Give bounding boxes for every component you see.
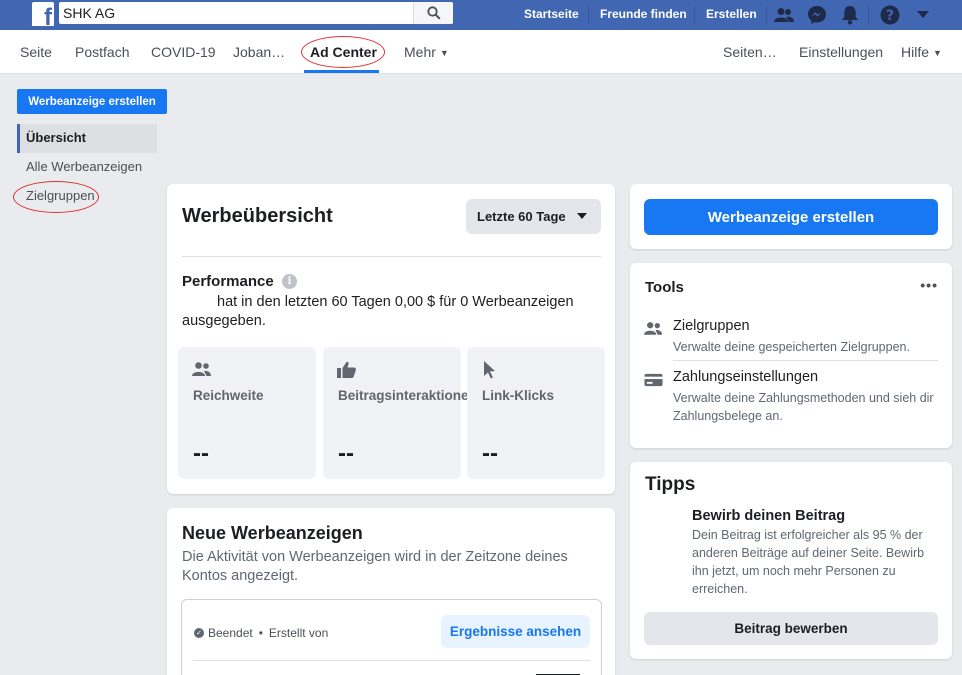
tab-hilfe-label: Hilfe — [901, 44, 930, 60]
help-icon[interactable]: ? — [879, 4, 901, 26]
overview-title: Werbeübersicht — [182, 205, 333, 227]
tips-card: Tipps Bewirb deinen Beitrag Dein Beitrag… — [630, 462, 952, 659]
status-label: Beendet — [208, 626, 253, 640]
tool-description: Verwalte deine Zahlungsmethoden und sieh… — [673, 391, 934, 423]
nav-link-freunde-finden[interactable]: Freunde finden — [600, 7, 687, 21]
date-range-label: Letzte 60 Tage — [477, 209, 566, 224]
tab-covid-19[interactable]: COVID-19 — [151, 44, 216, 60]
new-ads-card: Neue Werbeanzeigen Die Aktivität von Wer… — [167, 508, 615, 675]
overview-card: Werbeübersicht Letzte 60 Tage Performanc… — [167, 184, 615, 494]
date-range-dropdown[interactable]: Letzte 60 Tage — [466, 199, 601, 234]
tool-zahlungseinstellungen[interactable]: Zahlungseinstellungen Verwalte deine Zah… — [644, 369, 938, 429]
tab-einstellungen[interactable]: Einstellungen — [799, 44, 883, 60]
tool-zielgruppen[interactable]: Zielgruppen Verwalte deine gespeicherten… — [644, 318, 938, 358]
tip-title: Bewirb deinen Beitrag — [692, 508, 846, 524]
thumbs-up-icon — [337, 361, 356, 378]
bell-icon[interactable] — [839, 4, 861, 26]
tools-card: Tools ••• Zielgruppen Verwalte deine ges… — [630, 263, 952, 448]
tool-name: Zielgruppen — [673, 318, 750, 334]
divider — [868, 6, 869, 24]
sidebar-item-alle-werbeanzeigen[interactable]: Alle Werbeanzeigen — [17, 153, 157, 182]
annotation-circle — [301, 36, 385, 68]
performance-text: hat in den letzten 60 Tagen 0,00 $ für 0… — [182, 294, 574, 329]
create-ad-card: Werbeanzeige erstellen — [630, 184, 952, 249]
caret-down-icon: ▼ — [933, 48, 942, 58]
divider — [673, 360, 938, 361]
ad-item: ✓ Beendet • Erstellt von Ergebnisse anse… — [181, 599, 602, 675]
cursor-icon — [484, 361, 495, 379]
tab-hilfe[interactable]: Hilfe ▼ — [901, 44, 942, 60]
info-icon[interactable]: i — [282, 274, 297, 289]
check-icon: ✓ — [194, 628, 204, 638]
tab-postfach[interactable]: Postfach — [75, 44, 129, 60]
create-ad-button-small[interactable]: Werbeanzeige erstellen — [17, 89, 167, 114]
metric-value: -- — [482, 440, 498, 467]
divider — [588, 6, 589, 24]
view-results-button[interactable]: Ergebnisse ansehen — [441, 615, 590, 648]
bullet-separator: • — [258, 626, 263, 640]
tools-title: Tools — [645, 279, 684, 296]
metric-link-klicks: Link-Klicks -- — [467, 347, 605, 479]
new-ads-subtitle: Die Aktivität von Werbeanzeigen wird in … — [182, 549, 568, 584]
new-ads-title: Neue Werbeanzeigen — [182, 523, 363, 543]
friends-icon[interactable] — [773, 4, 795, 26]
metric-beitragsinteraktionen: Beitragsinteraktionen -- — [323, 347, 477, 479]
active-tab-indicator — [304, 70, 379, 73]
metric-reichweite: Reichweite -- — [178, 347, 316, 479]
divider — [766, 6, 767, 24]
svg-text:?: ? — [886, 8, 894, 24]
caret-down-icon[interactable] — [912, 4, 934, 26]
search-button[interactable] — [413, 2, 453, 24]
tip-text: Dein Beitrag ist erfolgreicher als 95 % … — [692, 528, 925, 596]
caret-down-icon — [577, 213, 587, 219]
tab-seite[interactable]: Seite — [20, 44, 52, 60]
facebook-logo-icon[interactable]: f — [32, 2, 54, 26]
divider — [182, 256, 601, 257]
tab-joban[interactable]: Joban… — [233, 44, 285, 60]
search-box — [59, 2, 453, 24]
metric-value: -- — [338, 440, 354, 467]
tips-title: Tipps — [645, 474, 696, 495]
search-icon — [426, 6, 441, 20]
caret-down-icon: ▼ — [439, 48, 449, 58]
tab-seiten[interactable]: Seiten… — [723, 44, 777, 60]
tool-name: Zahlungseinstellungen — [673, 369, 819, 385]
search-input[interactable] — [63, 4, 403, 22]
metric-label: Reichweite — [193, 388, 264, 403]
tab-mehr[interactable]: Mehr ▼ — [404, 44, 449, 60]
divider — [193, 660, 590, 661]
ad-status: ✓ Beendet • Erstellt von — [194, 626, 328, 640]
sidebar-item-uebersicht[interactable]: Übersicht — [17, 124, 157, 153]
tool-description: Verwalte deine gespeicherten Zielgruppen… — [673, 340, 910, 354]
metric-label: Link-Klicks — [482, 388, 555, 403]
created-label: Erstellt von — [268, 626, 329, 640]
people-icon — [644, 322, 663, 335]
people-icon — [192, 362, 211, 376]
nav-link-erstellen[interactable]: Erstellen — [706, 7, 757, 21]
create-ad-button[interactable]: Werbeanzeige erstellen — [644, 199, 938, 235]
metric-label: Beitragsinteraktionen — [338, 388, 477, 403]
annotation-circle — [13, 181, 99, 213]
metric-value: -- — [193, 440, 209, 467]
nav-link-startseite[interactable]: Startseite — [524, 7, 579, 21]
messenger-icon[interactable] — [806, 4, 828, 26]
divider — [694, 6, 695, 24]
boost-post-button[interactable]: Beitrag bewerben — [644, 612, 938, 645]
page-navigation: Seite Postfach COVID-19 Joban… Ad Center… — [0, 30, 962, 74]
more-options-icon[interactable]: ••• — [920, 277, 938, 293]
performance-label: Performance — [182, 273, 274, 290]
credit-card-icon — [644, 373, 663, 387]
tab-mehr-label: Mehr — [404, 44, 436, 60]
top-bar: f Startseite Freunde finden Erstellen ? — [0, 0, 962, 30]
